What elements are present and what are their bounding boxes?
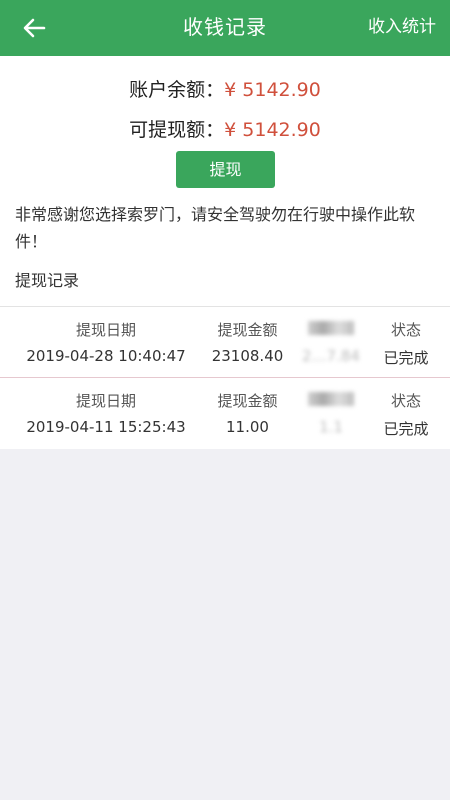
record-amount: 23108.40 <box>211 347 284 365</box>
header-amount: 提现金额 <box>217 321 278 339</box>
record-blurred-value: 2…7.84 <box>302 347 360 365</box>
account-balance-value: ¥ 5142.90 <box>224 79 321 101</box>
record-amount: 11.00 <box>226 418 269 436</box>
record-blurred-value: 1.1 <box>319 418 343 436</box>
safety-notice: 非常感谢您选择索罗门，请安全驾驶勿在行驶中操作此软件！ <box>15 205 416 251</box>
blurred-header <box>308 392 354 406</box>
top-bar: 收钱记录 收入统计 <box>0 0 450 56</box>
income-stats-link[interactable]: 收入统计 <box>368 0 436 56</box>
withdrawable-row: 可提现额：¥ 5142.90 <box>0 115 450 142</box>
record-date: 2019-04-28 10:40:47 <box>26 347 186 365</box>
withdrawable-label: 可提现额： <box>129 119 225 141</box>
header-status: 状态 <box>390 392 421 410</box>
header-status: 状态 <box>390 321 421 339</box>
record-date: 2019-04-11 15:25:43 <box>26 418 186 436</box>
header-date: 提现日期 <box>75 392 136 410</box>
table-row[interactable]: 提现日期 提现金额 状态 2019-04-28 10:40:47 23108.4… <box>0 306 450 377</box>
records-title: 提现记录 <box>15 271 80 290</box>
account-balance-label: 账户余额： <box>129 79 225 101</box>
header-amount: 提现金额 <box>217 392 278 410</box>
table-row[interactable]: 提现日期 提现金额 状态 2019-04-11 15:25:43 11.00 1… <box>0 377 450 448</box>
withdrawable-value: ¥ 5142.90 <box>224 119 321 141</box>
record-status: 已完成 <box>383 349 429 367</box>
account-balance-row: 账户余额：¥ 5142.90 <box>0 75 450 102</box>
withdraw-button[interactable]: 提现 <box>176 151 275 188</box>
blurred-header <box>308 321 354 335</box>
withdraw-records-list: 提现日期 提现金额 状态 2019-04-28 10:40:47 23108.4… <box>0 306 450 448</box>
header-date: 提现日期 <box>75 321 136 339</box>
record-status: 已完成 <box>383 420 429 438</box>
